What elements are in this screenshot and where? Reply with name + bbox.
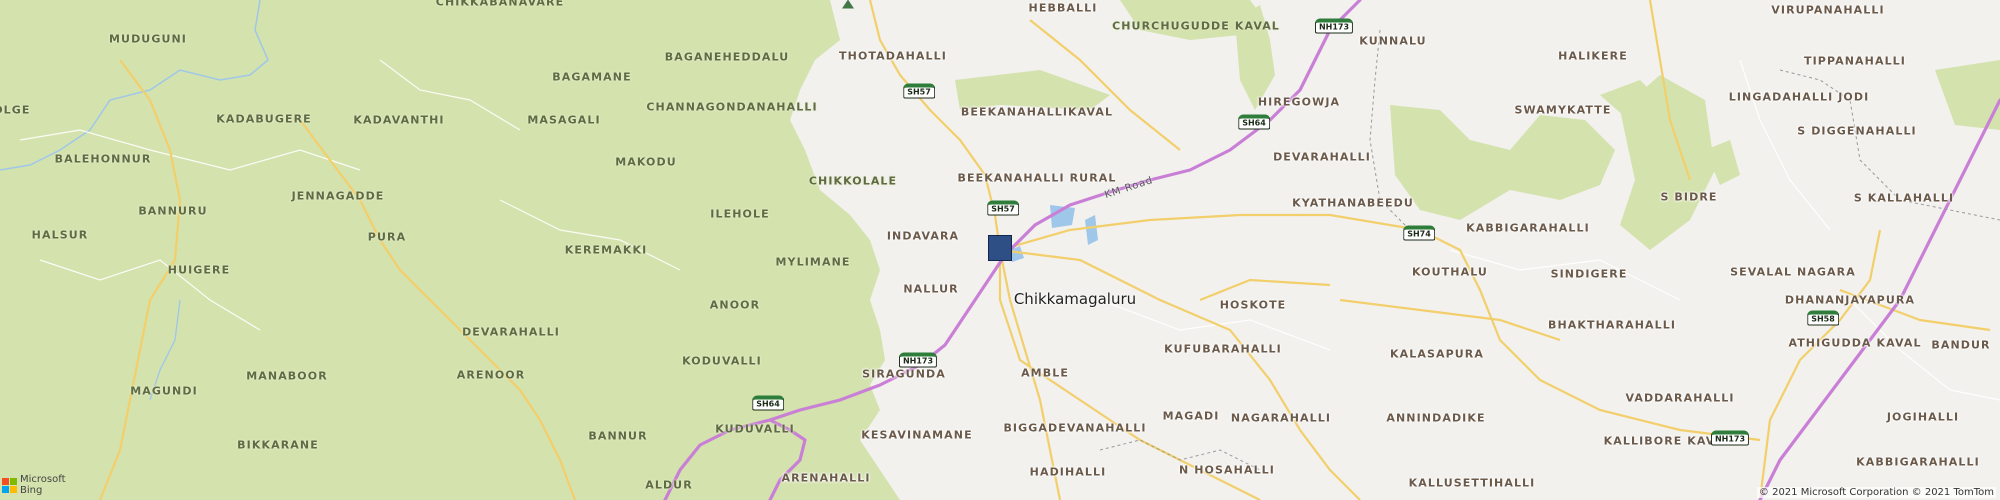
place-label: BEEKANAHALLI RURAL (957, 171, 1117, 185)
place-label: BAGANEHEDDALU (664, 50, 790, 64)
place-label: S BIDRE (1660, 190, 1718, 204)
map-canvas[interactable]: CHIKKABANAVARE MUDUGUNI BAGANEHEDDALU TH… (0, 0, 2000, 500)
place-label: AMBLE (1021, 366, 1069, 380)
place-label: DLGE (0, 103, 31, 117)
place-label: CHIKKABANAVARE (435, 0, 565, 9)
route-shield: SH57 (903, 83, 935, 99)
place-label: KEREMAKKI (564, 243, 648, 257)
place-label: HADIHALLI (1029, 465, 1107, 479)
place-label: PURA (367, 230, 407, 244)
place-label: N HOSAHALLI (1179, 463, 1275, 477)
place-label: MASAGALI (527, 113, 601, 127)
route-shield: SH74 (1403, 225, 1435, 241)
place-label: SWAMYKATTE (1514, 103, 1612, 117)
place-label: BAGAMANE (552, 70, 632, 84)
place-label: ATHIGUDDA KAVAL (1788, 336, 1922, 350)
place-label: KUNNALU (1359, 34, 1427, 48)
location-pin-icon[interactable] (988, 235, 1012, 261)
place-label: S KALLAHALLI (1853, 191, 1955, 205)
place-label: CHIKKOLALE (808, 174, 898, 188)
place-label: KOUTHALU (1412, 265, 1488, 279)
route-shield: SH64 (1238, 114, 1270, 130)
place-label: SEVALAL NAGARA (1730, 265, 1856, 279)
place-label: KESAVINAMANE (861, 428, 973, 442)
place-label: MAGUNDI (130, 384, 198, 398)
place-label: SINDIGERE (1550, 267, 1628, 281)
place-label: MYLIMANE (775, 255, 851, 269)
copyright-text[interactable]: © 2021 Microsoft Corporation © 2021 TomT… (1756, 487, 1996, 498)
place-label: TIPPANAHALLI (1804, 54, 1906, 68)
place-label: DHANANJAYAPURA (1784, 293, 1916, 307)
route-shield: NH173 (1314, 18, 1354, 34)
place-label: VADDARAHALLI (1625, 391, 1735, 405)
mountain-peak-icon (842, 0, 854, 9)
place-label: KODUVALLI (682, 354, 762, 368)
place-label: KUDUVALLI (715, 422, 795, 436)
place-label: MANABOOR (246, 369, 328, 383)
place-label: ANOOR (709, 298, 761, 312)
logo-line-bing: Bing (20, 485, 43, 496)
place-label: ILEHOLE (710, 207, 770, 221)
place-label: HEBBALLI (1028, 1, 1098, 15)
bing-logo[interactable]: Microsoft Bing (2, 474, 66, 496)
place-label: KYATHANABEEDU (1292, 196, 1414, 210)
place-label: DEVARAHALLI (1273, 150, 1371, 164)
place-label: NAGARAHALLI (1230, 411, 1332, 425)
place-label: BANDUR (1931, 338, 1991, 352)
place-label: CHANNAGONDANAHALLI (646, 100, 818, 114)
place-label: KADABUGERE (216, 112, 312, 126)
place-label: S DIGGENAHALLI (1797, 124, 1917, 138)
microsoft-logo-icon (2, 477, 17, 493)
route-shield: NH173 (898, 352, 938, 368)
place-label: CHURCHUGUDDE KAVAL (1112, 19, 1280, 33)
place-label: HOSKOTE (1219, 298, 1287, 312)
place-label: KALASAPURA (1390, 347, 1484, 361)
place-label: BIGGADEVANAHALLI (1003, 421, 1147, 435)
place-label: ANNINDADIKE (1386, 411, 1486, 425)
place-label: DEVARAHALLI (462, 325, 560, 339)
place-label: KABBIGARAHALLI (1466, 221, 1590, 235)
city-label: Chikkamagaluru (1013, 290, 1137, 308)
place-label: NALLUR (903, 282, 959, 296)
route-shield: SH58 (1807, 310, 1839, 326)
place-label: KADAVANTHI (353, 113, 445, 127)
place-label: BALEHONNUR (54, 152, 152, 166)
route-shield: SH57 (987, 200, 1019, 216)
place-label: JENNAGADDE (291, 189, 385, 203)
place-label: THOTADAHALLI (839, 49, 947, 63)
place-label: BHAKTHARAHALLI (1547, 318, 1677, 332)
place-label: HALIKERE (1558, 49, 1628, 63)
place-label: MAKODU (615, 155, 677, 169)
place-label: LINGADAHALLI JODI (1728, 90, 1870, 104)
place-label: HIREGOWJA (1257, 95, 1341, 109)
place-label: BIKKARANE (237, 438, 319, 452)
place-label: ALDUR (645, 478, 693, 492)
place-label: INDAVARA (886, 229, 960, 243)
place-label: SIRAGUNDA (862, 367, 946, 381)
place-label: ARENOOR (456, 368, 526, 382)
place-label: VIRUPANAHALLI (1771, 3, 1885, 17)
route-shield: SH64 (752, 395, 784, 411)
place-label: JOGIHALLI (1886, 410, 1960, 424)
place-label: HALSUR (31, 228, 89, 242)
place-label: MAGADI (1162, 409, 1220, 423)
place-label: MUDUGUNI (108, 32, 188, 46)
place-label: BANNUR (588, 429, 648, 443)
logo-line-microsoft: Microsoft (20, 474, 66, 485)
place-label: ARENAHALLI (781, 471, 871, 485)
place-label: KUFUBARAHALLI (1164, 342, 1282, 356)
place-label: BANNURU (138, 204, 208, 218)
place-label: KABBIGARAHALLI (1856, 455, 1980, 469)
place-label: HUIGERE (167, 263, 231, 277)
route-shield: NH173 (1710, 430, 1750, 446)
place-label: KALLUSETTIHALLI (1408, 476, 1536, 490)
place-label: BEEKANAHALLIKAVAL (960, 105, 1114, 119)
